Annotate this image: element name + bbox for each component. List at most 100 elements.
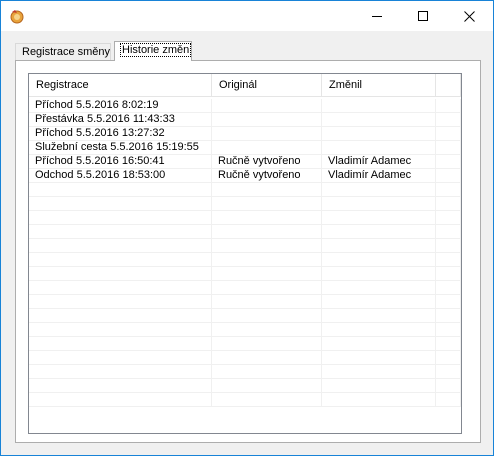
table-cell-zmenil [322, 239, 436, 253]
table-cell-filler [436, 113, 461, 127]
table-cell-filler [436, 99, 461, 113]
empty-row [29, 253, 461, 267]
table-cell-filler [436, 351, 461, 365]
list-header: Registrace Originál Změnil [29, 74, 461, 97]
table-cell-zmenil [322, 295, 436, 309]
table-cell-zmenil [322, 113, 436, 127]
table-cell-zmenil [322, 211, 436, 225]
table-cell-original [212, 183, 322, 197]
empty-row [29, 267, 461, 281]
empty-row [29, 211, 461, 225]
table-cell-original [212, 127, 322, 141]
table-cell-original [212, 393, 322, 407]
column-header-original[interactable]: Originál [212, 74, 322, 97]
table-cell-original [212, 379, 322, 393]
table-cell-zmenil [322, 379, 436, 393]
table-cell-zmenil [322, 323, 436, 337]
table-cell-filler [436, 365, 461, 379]
table-cell-zmenil [322, 281, 436, 295]
table-cell-filler [436, 197, 461, 211]
table-row[interactable]: Příchod 5.5.2016 16:50:41 Ručně vytvořeno… [29, 155, 461, 169]
table-cell-zmenil [322, 183, 436, 197]
table-cell-original [212, 365, 322, 379]
minimize-icon [372, 15, 382, 17]
table-cell-original [212, 141, 322, 155]
table-row[interactable]: Odchod 5.5.2016 18:53:00 Ručně vytvořeno V… [29, 169, 461, 183]
empty-row [29, 379, 461, 393]
close-icon [463, 10, 475, 22]
table-cell-registrace [29, 197, 212, 211]
table-cell-original [212, 99, 322, 113]
table-cell-zmenil [322, 365, 436, 379]
table-cell-filler [436, 337, 461, 351]
empty-row [29, 183, 461, 197]
table-cell-filler [436, 183, 461, 197]
history-list[interactable]: Registrace Originál Změnil Příchod 5.5.2… [28, 73, 462, 434]
title-bar[interactable] [1, 1, 493, 31]
empty-row [29, 337, 461, 351]
table-cell-registrace [29, 253, 212, 267]
table-row[interactable]: Přestávka 5.5.2016 11:43:33 [29, 113, 461, 127]
table-cell-filler [436, 211, 461, 225]
table-cell-original [212, 295, 322, 309]
maximize-button[interactable] [400, 1, 446, 31]
table-cell-registrace [29, 365, 212, 379]
empty-row [29, 225, 461, 239]
table-cell-registrace [29, 183, 212, 197]
table-cell-original [212, 267, 322, 281]
table-cell-zmenil [322, 197, 436, 211]
table-cell-zmenil: Vladimír Adamec [322, 155, 436, 169]
table-cell-original: Ručně vytvořeno [212, 155, 322, 169]
table-cell-filler [436, 379, 461, 393]
minimize-button[interactable] [354, 1, 400, 31]
table-cell-original [212, 239, 322, 253]
empty-row [29, 351, 461, 365]
table-cell-registrace: Služební cesta 5.5.2016 15:19:55 [29, 141, 212, 155]
column-header-zmenil[interactable]: Změnil [322, 74, 436, 97]
empty-row [29, 309, 461, 323]
app-window: Registrace směny Historie změn Registrac… [0, 0, 494, 456]
close-button[interactable] [446, 1, 492, 31]
table-cell-original [212, 323, 322, 337]
empty-row [29, 239, 461, 253]
table-cell-zmenil [322, 337, 436, 351]
table-cell-registrace [29, 239, 212, 253]
tab-panel: Registrace Originál Změnil Příchod 5.5.2… [15, 60, 481, 443]
empty-row [29, 295, 461, 309]
table-cell-registrace [29, 309, 212, 323]
table-cell-original [212, 225, 322, 239]
table-row[interactable]: Služební cesta 5.5.2016 15:19:55 [29, 141, 461, 155]
table-cell-original [212, 211, 322, 225]
table-row[interactable]: Příchod 5.5.2016 13:27:32 [29, 127, 461, 141]
table-cell-zmenil [322, 253, 436, 267]
table-cell-filler [436, 267, 461, 281]
table-cell-registrace [29, 281, 212, 295]
table-cell-zmenil: Vladimír Adamec [322, 169, 436, 183]
table-row[interactable]: Příchod 5.5.2016 8:02:19 [29, 99, 461, 113]
table-cell-registrace [29, 323, 212, 337]
table-cell-registrace: Příchod 5.5.2016 8:02:19 [29, 99, 212, 113]
table-cell-registrace [29, 351, 212, 365]
table-cell-registrace [29, 295, 212, 309]
list-rows: Příchod 5.5.2016 8:02:19 Přestávka 5.5.20… [29, 99, 461, 407]
table-cell-filler [436, 309, 461, 323]
table-cell-filler [436, 225, 461, 239]
maximize-icon [418, 11, 428, 21]
table-cell-registrace [29, 267, 212, 281]
table-cell-zmenil [322, 225, 436, 239]
tab-historie-zmen[interactable]: Historie změn [114, 41, 192, 61]
table-cell-registrace [29, 211, 212, 225]
table-cell-filler [436, 323, 461, 337]
column-header-registrace[interactable]: Registrace [29, 74, 212, 97]
tab-registrace-smeny[interactable]: Registrace směny [15, 43, 111, 61]
table-cell-filler [436, 281, 461, 295]
tab-label: Historie změn [119, 43, 192, 57]
table-cell-registrace [29, 337, 212, 351]
table-cell-original [212, 281, 322, 295]
table-cell-original [212, 351, 322, 365]
table-cell-zmenil [322, 99, 436, 113]
table-cell-zmenil [322, 127, 436, 141]
table-cell-zmenil [322, 309, 436, 323]
app-icon[interactable] [9, 8, 25, 24]
table-cell-registrace: Přestávka 5.5.2016 11:43:33 [29, 113, 212, 127]
